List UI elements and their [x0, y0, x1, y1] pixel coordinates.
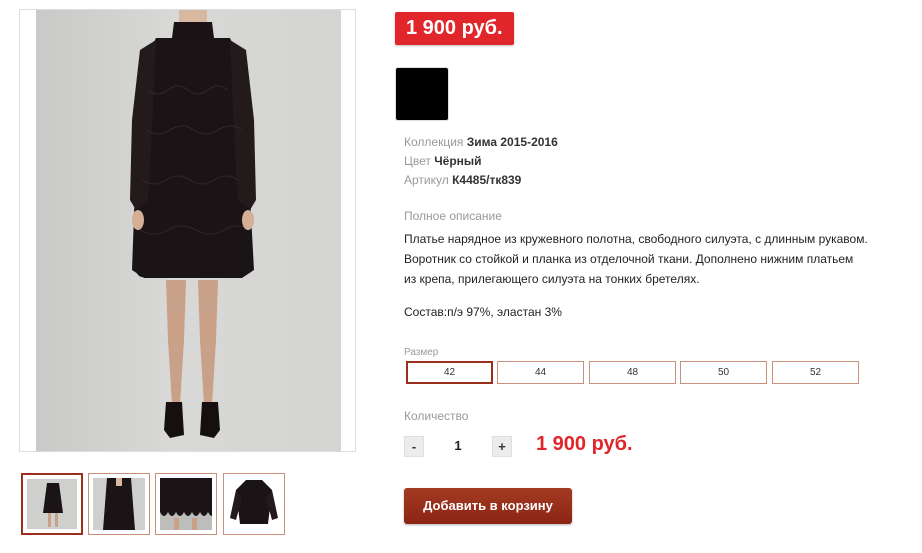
add-to-cart-button[interactable]: Добавить в корзину — [404, 488, 572, 524]
spec-article: Артикул К4485/тк839 — [404, 171, 558, 190]
size-option-42[interactable]: 42 — [406, 361, 493, 384]
thumbnail-close-up-hem[interactable] — [155, 473, 217, 535]
quantity-decrease-button[interactable]: - — [404, 436, 424, 457]
quantity-value[interactable]: 1 — [446, 438, 470, 453]
main-product-image[interactable] — [19, 9, 356, 452]
size-title: Размер — [404, 347, 439, 358]
dress-model-illustration — [130, 10, 256, 438]
size-option-48[interactable]: 48 — [589, 361, 676, 384]
thumbnail-front-view[interactable] — [21, 473, 83, 535]
size-option-44[interactable]: 44 — [497, 361, 584, 384]
thumbnail-flat-lay[interactable] — [223, 473, 285, 535]
composition-text: Состав:п/э 97%, эластан 3% — [404, 305, 562, 319]
spec-collection: Коллекция Зима 2015-2016 — [404, 133, 558, 152]
spec-label: Артикул — [404, 173, 449, 187]
quantity-increase-button[interactable]: + — [492, 436, 512, 457]
spec-label: Коллекция — [404, 135, 464, 149]
color-swatch-black[interactable] — [395, 67, 449, 121]
description-text: Платье нарядное из кружевного полотна, с… — [404, 229, 916, 289]
spec-value: Зима 2015-2016 — [466, 135, 558, 149]
spec-label: Цвет — [404, 154, 431, 168]
description-title: Полное описание — [404, 209, 502, 223]
size-option-52[interactable]: 52 — [772, 361, 859, 384]
description-line: из крепа, прилегающего силуэта на тонких… — [404, 272, 700, 286]
spec-color: Цвет Чёрный — [404, 152, 558, 171]
size-option-50[interactable]: 50 — [680, 361, 767, 384]
spec-value: К4485/тк839 — [452, 173, 522, 187]
product-specs: Коллекция Зима 2015-2016 Цвет Чёрный Арт… — [404, 133, 558, 190]
spec-value: Чёрный — [434, 154, 482, 168]
quantity-title: Количество — [404, 409, 469, 423]
description-line: Воротник со стойкой и планка из отделочн… — [404, 252, 854, 266]
total-price: 1 900 руб. — [536, 433, 633, 455]
thumbnail-close-up-front[interactable] — [88, 473, 150, 535]
price-badge: 1 900 руб. — [395, 12, 514, 45]
description-line: Платье нарядное из кружевного полотна, с… — [404, 232, 868, 246]
